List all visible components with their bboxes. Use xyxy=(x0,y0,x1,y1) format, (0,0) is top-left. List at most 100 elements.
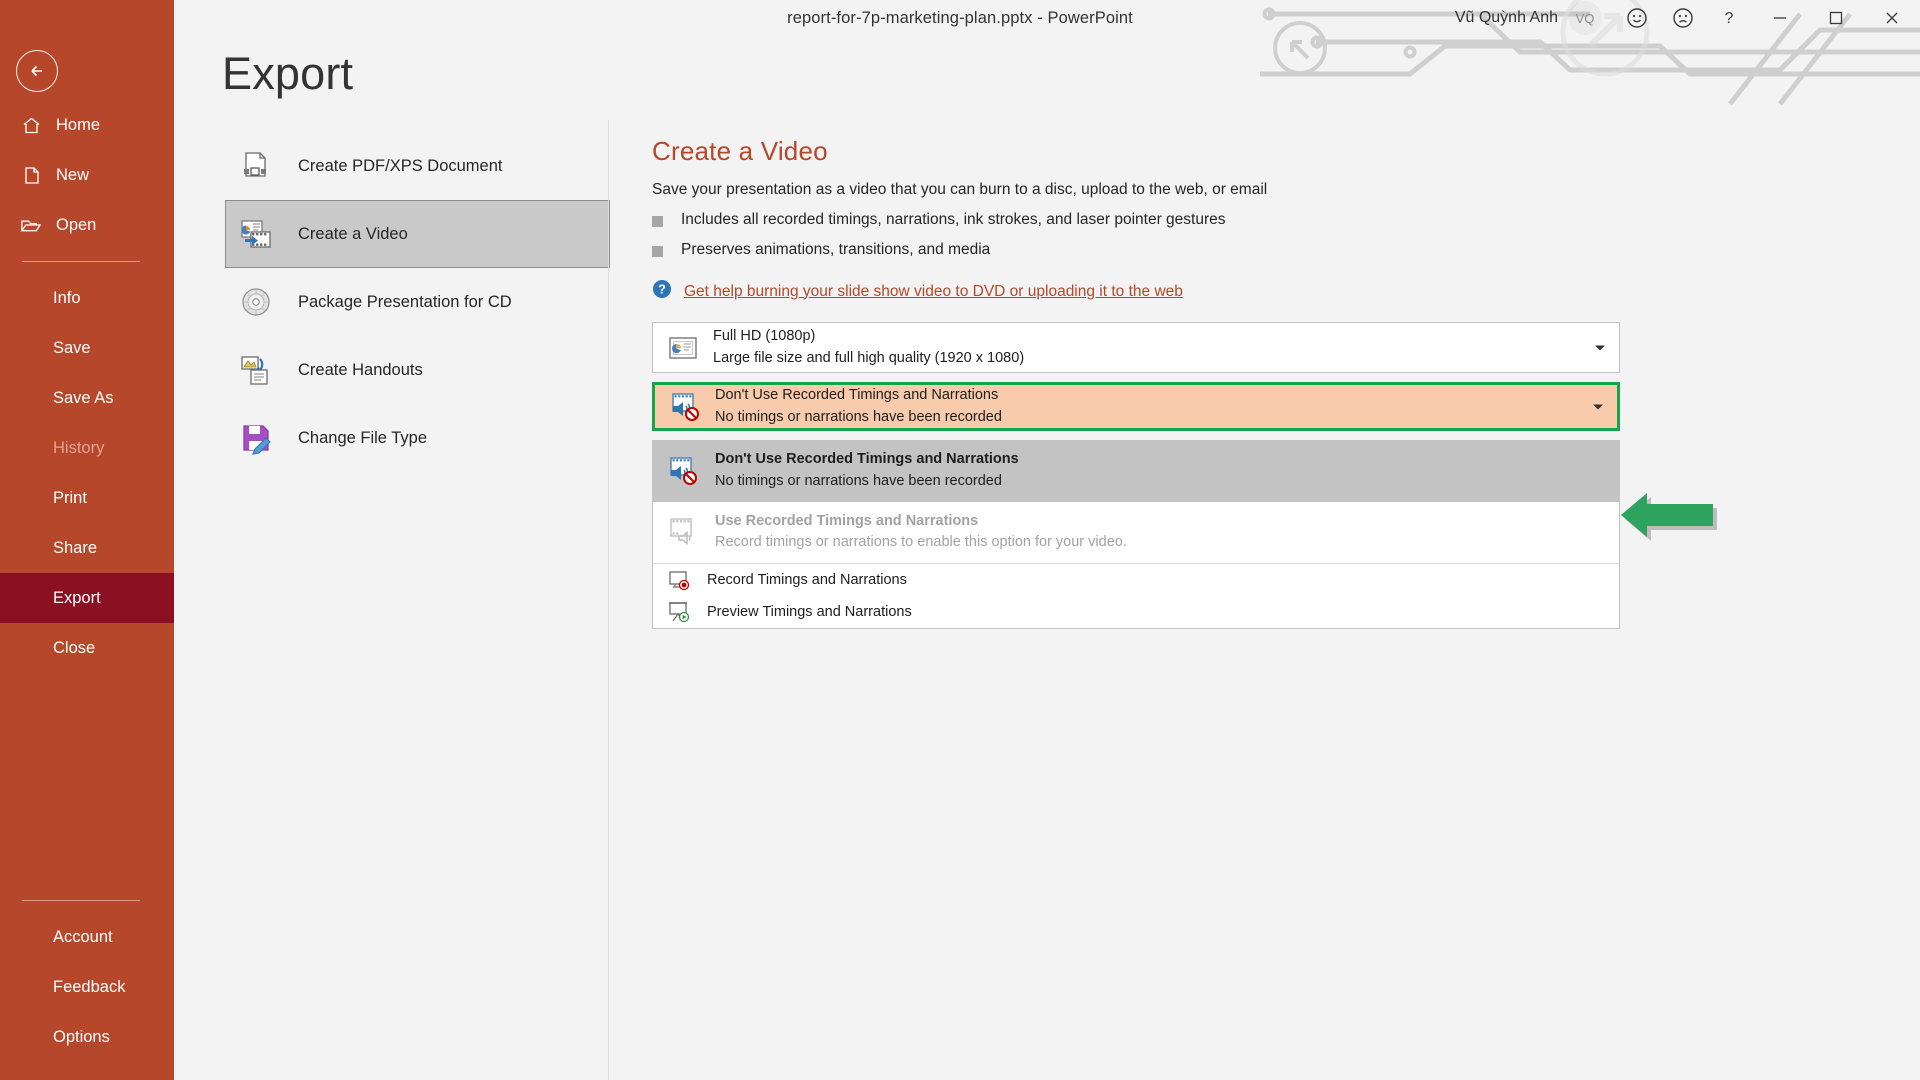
sidebar-item-label: Open xyxy=(56,215,97,234)
timings-narrations-text: Don't Use Recorded Timings and Narration… xyxy=(715,385,1002,427)
sidebar-item-label: Feedback xyxy=(53,977,126,996)
nav-list: Home New Open Info Save Save As History … xyxy=(0,100,174,673)
svg-text:?: ? xyxy=(658,283,666,297)
chevron-down-icon[interactable] xyxy=(1594,339,1606,357)
film-no-audio-icon xyxy=(667,389,703,425)
menu-item-preview-timings[interactable]: Preview Timings and Narrations xyxy=(653,596,1619,628)
detail-bullet: Preserves animations, transitions, and m… xyxy=(652,241,1652,259)
detail-heading: Create a Video xyxy=(652,136,828,166)
video-quality-text: Full HD (1080p) Large file size and full… xyxy=(713,326,1024,368)
page-title: Export xyxy=(222,48,354,99)
export-option-label: Create PDF/XPS Document xyxy=(298,156,503,175)
back-arrow-icon[interactable] xyxy=(16,50,58,92)
detail-bullet: Includes all recorded timings, narration… xyxy=(652,211,1652,229)
detail-bullet-text: Includes all recorded timings, narration… xyxy=(681,211,1226,228)
export-option-create-a-video[interactable]: Create a Video xyxy=(225,200,610,268)
sidebar-item-home[interactable]: Home xyxy=(0,100,174,150)
export-option-label: Create a Video xyxy=(298,224,408,243)
help-question-icon[interactable]: ? xyxy=(1706,0,1752,36)
menu-item-text: Use Recorded Timings and Narrations Reco… xyxy=(715,511,1127,555)
close-icon[interactable] xyxy=(1864,0,1920,36)
maximize-icon[interactable] xyxy=(1808,0,1864,36)
cd-disc-icon xyxy=(236,282,276,322)
film-no-audio-icon xyxy=(665,453,701,489)
create-video-detail-pane: Create a Video Save your presentation as… xyxy=(652,136,1652,304)
sidebar-item-label: Account xyxy=(53,927,113,946)
chevron-down-icon[interactable] xyxy=(1592,398,1604,416)
bullet-square-icon xyxy=(652,246,663,257)
video-quality-dropdown[interactable]: Full HD (1080p) Large file size and full… xyxy=(652,322,1620,373)
title-bar: report-for-7p-marketing-plan.pptx - Powe… xyxy=(0,0,1920,36)
minimize-icon[interactable] xyxy=(1752,0,1808,36)
sidebar-item-feedback[interactable]: Feedback xyxy=(0,962,174,1012)
sidebar-item-history: History xyxy=(0,423,174,473)
nav-divider-bottom xyxy=(22,900,140,901)
help-link-row[interactable]: ? Get help burning your slide show video… xyxy=(652,279,1652,304)
timings-narrations-dropdown[interactable]: Don't Use Recorded Timings and Narration… xyxy=(652,382,1620,431)
smiley-face-icon[interactable] xyxy=(1614,0,1660,36)
sidebar-item-label: Home xyxy=(56,115,101,134)
sidebar-item-label: Options xyxy=(53,1027,110,1046)
sidebar-item-export[interactable]: Export xyxy=(0,573,174,623)
slide-quality-icon xyxy=(665,330,701,366)
timings-narrations-menu: Don't Use Recorded Timings and Narration… xyxy=(652,440,1620,629)
menu-item-dont-use-recorded[interactable]: Don't Use Recorded Timings and Narration… xyxy=(653,440,1619,502)
menu-item-text: Don't Use Recorded Timings and Narration… xyxy=(715,449,1019,493)
create-video-icon xyxy=(236,214,276,254)
menu-item-desc: Record timings or narrations to enable t… xyxy=(715,534,1127,551)
sidebar-item-close[interactable]: Close xyxy=(0,623,174,673)
open-folder-icon xyxy=(20,215,42,236)
film-audio-icon xyxy=(665,514,701,550)
sidebar-item-account[interactable]: Account xyxy=(0,912,174,962)
sidebar-item-print[interactable]: Print xyxy=(0,473,174,523)
export-option-create-pdf-xps[interactable]: Create PDF/XPS Document xyxy=(225,132,610,200)
sidebar-item-save[interactable]: Save xyxy=(0,323,174,373)
help-link-text[interactable]: Get help burning your slide show video t… xyxy=(684,283,1183,301)
sidebar-item-label: Close xyxy=(53,638,96,657)
timings-narrations-desc: No timings or narrations have been recor… xyxy=(715,408,1002,425)
handouts-icon xyxy=(236,350,276,390)
sidebar-item-info[interactable]: Info xyxy=(0,273,174,323)
record-timings-icon xyxy=(665,566,693,594)
export-option-package-for-cd[interactable]: Package Presentation for CD xyxy=(225,268,610,336)
preview-timings-icon xyxy=(665,598,693,626)
menu-item-title: Don't Use Recorded Timings and Narration… xyxy=(715,451,1019,467)
export-option-label: Change File Type xyxy=(298,428,428,447)
sidebar-item-new[interactable]: New xyxy=(0,150,174,200)
sidebar-item-label: Print xyxy=(53,488,87,507)
menu-item-label: Preview Timings and Narrations xyxy=(707,604,912,620)
frowny-face-icon[interactable] xyxy=(1660,0,1706,36)
sidebar-item-label: Save As xyxy=(53,388,114,407)
sidebar-item-open[interactable]: Open xyxy=(0,200,174,250)
menu-item-label: Record Timings and Narrations xyxy=(707,572,907,588)
export-option-create-handouts[interactable]: Create Handouts xyxy=(225,336,610,404)
export-option-change-file-type[interactable]: Change File Type xyxy=(225,404,610,472)
sidebar-item-options[interactable]: Options xyxy=(0,1012,174,1062)
video-quality-title: Full HD (1080p) xyxy=(713,328,816,345)
help-circle-icon: ? xyxy=(652,279,672,304)
home-icon xyxy=(20,115,42,136)
save-file-type-icon xyxy=(236,418,276,458)
backstage-nav-rail: Home New Open Info Save Save As History … xyxy=(0,0,174,1080)
export-option-label: Package Presentation for CD xyxy=(298,292,512,311)
sidebar-item-label: History xyxy=(53,438,105,457)
sidebar-item-save-as[interactable]: Save As xyxy=(0,373,174,423)
avatar: VQ xyxy=(1568,1,1602,35)
menu-item-use-recorded: Use Recorded Timings and Narrations Reco… xyxy=(653,502,1619,564)
sidebar-item-label: New xyxy=(56,165,90,184)
video-quality-desc: Large file size and full high quality (1… xyxy=(713,349,1025,366)
account-name: Vũ Quỳnh Anh xyxy=(1454,9,1558,26)
detail-bullet-text: Preserves animations, transitions, and m… xyxy=(681,241,991,258)
sidebar-item-label: Info xyxy=(53,288,81,307)
menu-item-record-timings[interactable]: Record Timings and Narrations xyxy=(653,564,1619,596)
menu-item-title: Use Recorded Timings and Narrations xyxy=(715,512,979,529)
bullet-square-icon xyxy=(652,216,663,227)
panel-divider xyxy=(608,120,609,1080)
export-command-list: Create PDF/XPS Document Create a Video P… xyxy=(225,132,610,472)
sidebar-item-share[interactable]: Share xyxy=(0,523,174,573)
sidebar-item-label: Save xyxy=(53,338,91,357)
video-settings-group: Full HD (1080p) Large file size and full… xyxy=(652,322,1620,431)
menu-item-desc: No timings or narrations have been recor… xyxy=(715,472,1002,489)
sidebar-item-label: Share xyxy=(53,538,98,557)
pdf-document-icon xyxy=(236,146,276,186)
